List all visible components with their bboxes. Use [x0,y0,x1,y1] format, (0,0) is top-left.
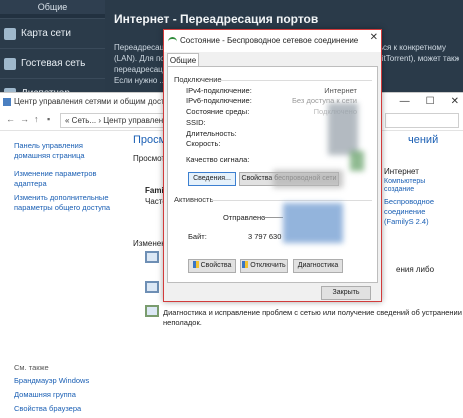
speed-label: Скорость: [186,139,221,148]
homegroup-link[interactable]: Компьютеры создание [384,178,425,194]
redacted-block [273,170,343,188]
tab-general[interactable]: Общие [167,53,199,67]
close-dialog-button[interactable]: Закрыть [321,286,371,300]
divider [220,80,372,81]
new-connection-icon [145,251,159,263]
link-advanced-sharing-settings[interactable]: Изменить дополнительные параметры общего… [14,193,110,213]
diagnose-button[interactable]: Диагностика [293,259,343,273]
dialog-title: Состояние - Беспроводное сетевое соедине… [180,36,359,45]
troubleshoot-description: Диагностика и исправление проблем с сеть… [163,308,462,327]
guest-network-icon [4,57,16,70]
sidebar-item-guest-network[interactable]: Гостевая сеть [0,48,105,78]
change-settings-right: ения либо [396,265,435,274]
shield-icon [242,261,249,268]
minimize-button[interactable]: — [400,93,410,111]
properties-button[interactable]: Свойства [188,259,236,273]
signal-bars-icon [350,151,364,171]
dialog-body: Подключение IPv4-подключение: Интернет I… [167,66,378,283]
change-settings-label: Изменен [133,239,166,248]
back-arrow-icon[interactable]: ← [6,114,15,124]
connection-group-label: Подключение [174,75,222,84]
bytes-label: Байт: [188,232,207,241]
signal-quality-label: Качество сигнала: [186,155,250,164]
redacted-values [328,103,358,155]
network-map-icon [4,27,16,40]
sent-line [263,217,283,218]
dialog-close-icon[interactable]: ✕ [370,32,378,43]
divider [212,200,372,201]
search-input[interactable] [385,113,459,128]
address-input[interactable]: « Сеть... › Центр управления [60,113,170,128]
wifi-icon [168,37,177,45]
cp-window-title: Центр управления сетями и общим доступом [14,97,183,106]
wireless-connection-link[interactable]: Беспроводное соединение (FamilyS 2.4) [384,197,434,227]
ipv4-value: Интернет [324,86,357,95]
media-state-label: Состояние среды: [186,107,250,116]
details-button[interactable]: Сведения... [188,172,236,186]
troubleshoot-icon [145,305,159,317]
connect-network-icon [145,281,159,293]
forward-arrow-icon[interactable]: → [20,114,29,124]
control-panel-icon [3,98,11,106]
bytes-sent-value: 3 797 630 [248,232,282,241]
link-homegroup[interactable]: Домашняя группа [14,390,76,400]
network-activity-icon [283,203,343,243]
sidebar-item-network-map[interactable]: Карта сети [0,18,105,48]
folder-icon: ▪ [47,114,51,124]
ssid-label: SSID: [186,118,206,127]
sent-label: Отправлено [223,213,266,222]
ipv6-label: IPv6-подключение: [186,96,252,105]
screen: Общие Карта сети Гостевая сеть Диспетчер… [0,0,463,418]
wireless-status-dialog: Состояние - Беспроводное сетевое соедине… [163,29,382,302]
router-sidebar-general[interactable]: Общие [0,0,105,14]
close-button[interactable]: ✕ [451,93,459,111]
router-page-title: Интернет - Переадресация портов [114,12,319,26]
access-type-value: Интернет [384,167,419,176]
link-control-panel-home[interactable]: Панель управления домашняя страница [14,141,85,161]
link-internet-options[interactable]: Свойства браузера [14,404,81,414]
link-windows-firewall[interactable]: Брандмауэр Windows [14,376,89,386]
dialog-titlebar: Состояние - Беспроводное сетевое соедине… [164,30,381,52]
ipv4-label: IPv4-подключение: [186,86,252,95]
duration-label: Длительность: [186,129,237,138]
maximize-button[interactable]: ☐ [426,93,435,111]
see-also-heading: См. также [14,363,49,372]
link-change-adapter-settings[interactable]: Изменение параметров адаптера [14,169,96,189]
activity-group-label: Активность [174,195,214,204]
up-arrow-icon[interactable]: ↑ [34,114,39,124]
cp-heading-right: чений [408,134,439,146]
disable-button[interactable]: Отключить [240,259,288,273]
shield-icon [192,261,199,268]
